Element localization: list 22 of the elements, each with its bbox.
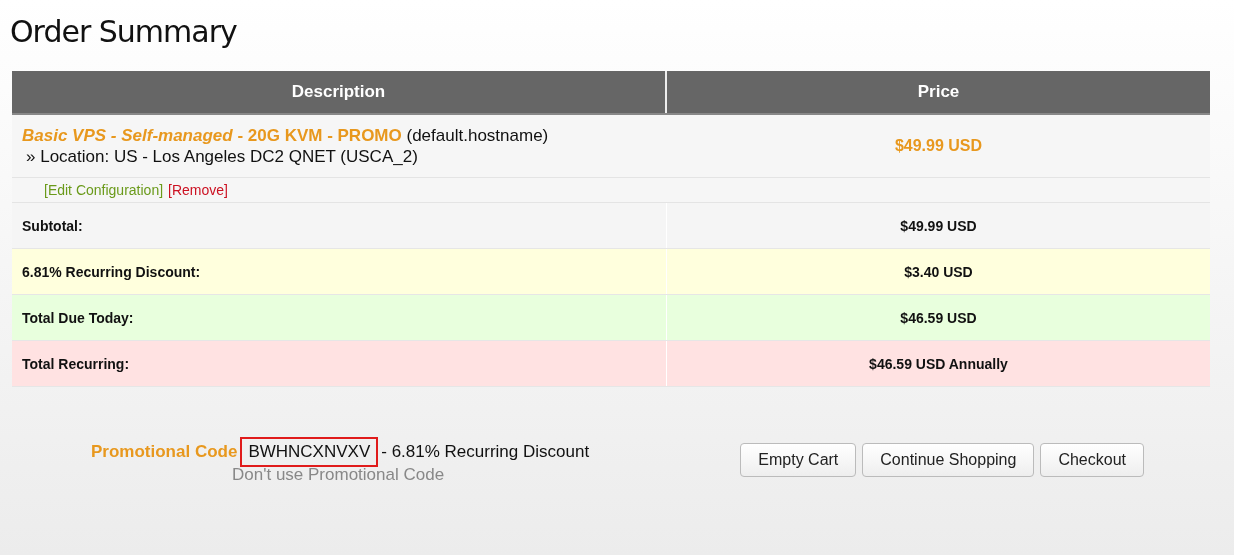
summary-value: $3.40 USD [904,263,973,280]
column-header: Description [12,71,667,113]
summary-value: $46.59 USD Annually [869,355,1008,372]
remove-link[interactable]: [Remove] [168,182,228,198]
summary-label: 6.81% Recurring Discount: [22,263,201,280]
summary-value: $46.59 USD [900,309,977,326]
summary-value: $49.99 USD [900,217,977,234]
cart-button[interactable]: Empty Cart [740,443,857,477]
location-text: » Location: US - Los Angeles DC2 QNET (USCA_2) [25,146,419,167]
hostname: (default.hostname) [406,125,549,145]
promo-code: BWHNCXNVXV [240,437,379,467]
cart-button[interactable]: Continue Shopping [862,443,1035,477]
summary-label: Subtotal: [22,217,83,234]
promo-label: Promotional Code [91,442,238,462]
summary-label: Total Recurring: [22,355,130,372]
column-header: Price [916,81,961,103]
promo-description: - 6.81% Recurring Discount [381,442,590,462]
cart-button[interactable]: Checkout [1040,443,1144,477]
summary-label: Total Due Today: [22,309,134,326]
page-title: Order Summary [10,14,238,49]
product-name: Basic VPS - Self-managed - 20G KVM - PROMO [22,125,402,145]
product-price: $49.99 USD [893,137,984,155]
